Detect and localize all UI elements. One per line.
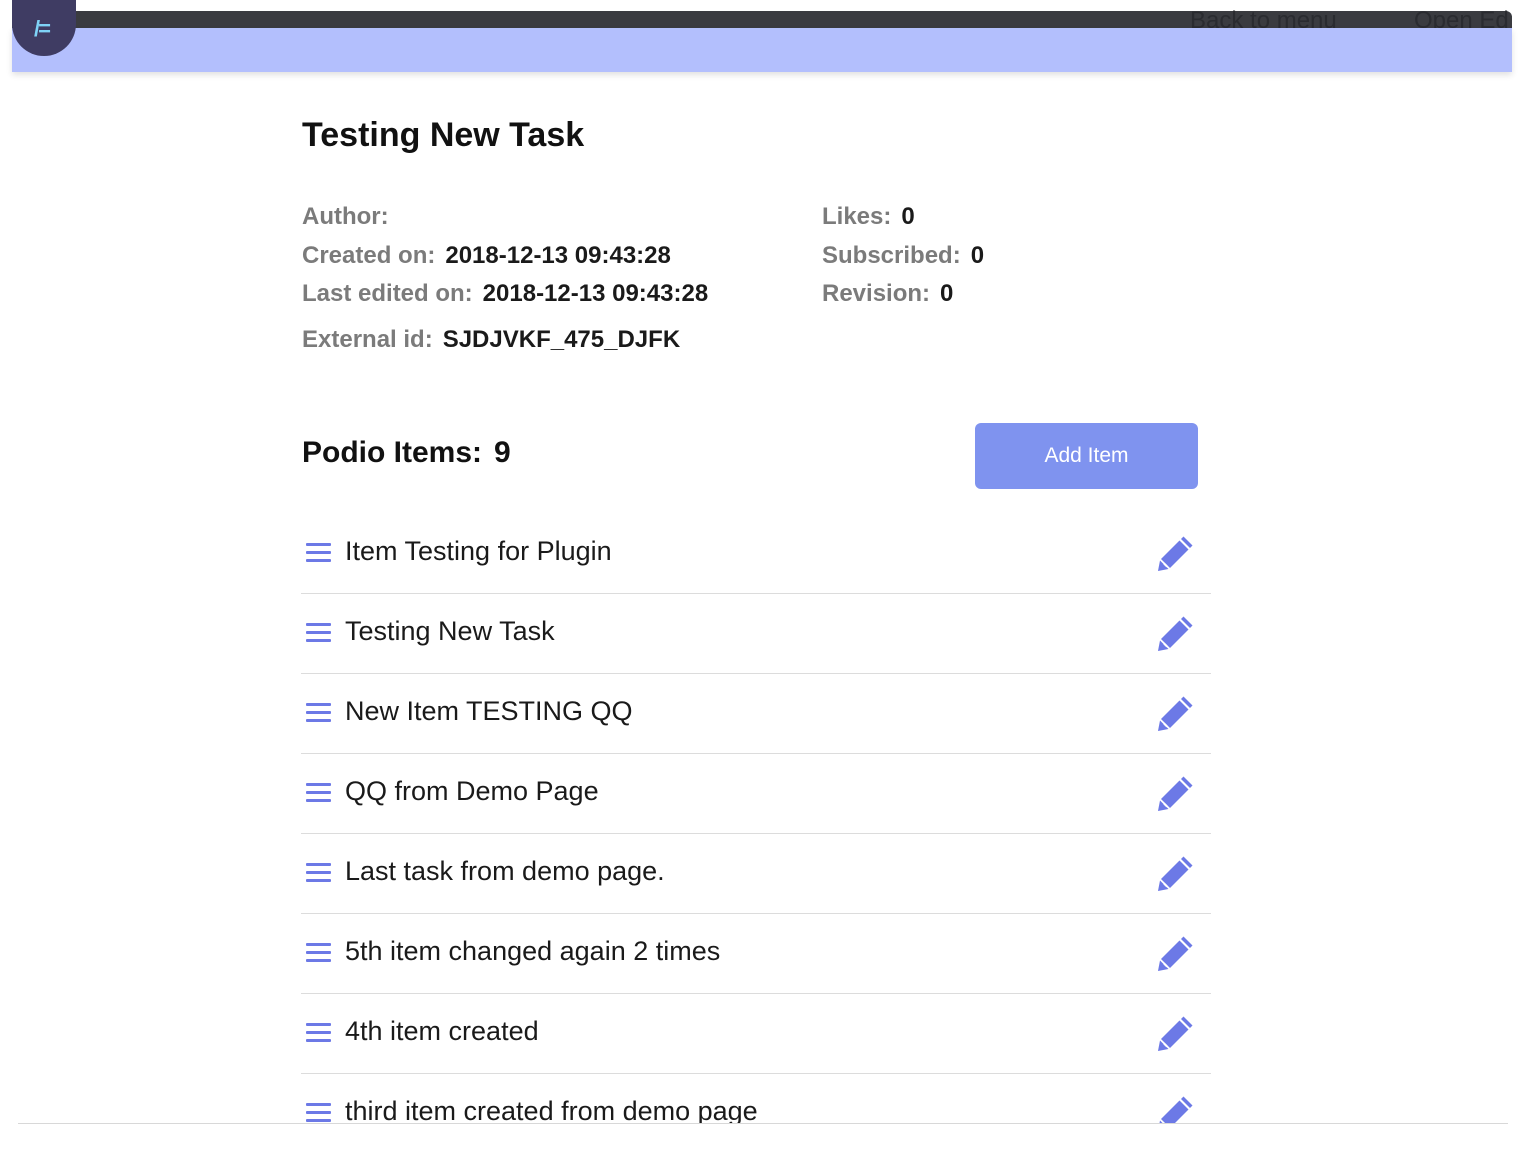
menu-icon[interactable] [306, 703, 331, 723]
meta-value: 0 [901, 203, 915, 230]
meta-likes: Likes: 0 [822, 203, 915, 231]
podio-item-list: Item Testing for Plugin Testing New Task N… [301, 514, 1211, 1154]
meta-label: Subscribed: [822, 242, 961, 269]
header-bar [12, 28, 1512, 72]
meta-value: 0 [940, 280, 954, 307]
item-label[interactable]: New Item TESTING QQ [345, 696, 633, 727]
menu-icon[interactable] [306, 1023, 331, 1043]
pencil-icon[interactable] [1156, 1013, 1196, 1053]
item-label[interactable]: Last task from demo page. [345, 856, 665, 887]
item-label[interactable]: Item Testing for Plugin [345, 536, 612, 567]
bottom-divider [18, 1123, 1508, 1124]
meta-revision: Revision: 0 [822, 280, 953, 308]
meta-label: Likes: [822, 203, 892, 230]
meta-author: Author: [302, 203, 399, 231]
meta-external-id: External id: SJDJVKF_475_DJFK [302, 326, 680, 354]
podio-items-heading: Podio Items: 9 [302, 436, 511, 470]
meta-subscribed: Subscribed: 0 [822, 242, 984, 270]
meta-label: External id: [302, 326, 433, 353]
meta-label: Author: [302, 203, 389, 230]
item-label[interactable]: 4th item created [345, 1016, 539, 1047]
meta-value: 2018-12-13 09:43:28 [445, 242, 671, 269]
meta-last-edited-on: Last edited on: 2018-12-13 09:43:28 [302, 280, 708, 308]
list-item[interactable]: QQ from Demo Page [301, 754, 1211, 834]
menu-icon[interactable] [306, 863, 331, 883]
meta-label: Created on: [302, 242, 436, 269]
menu-icon[interactable] [306, 783, 331, 803]
page-title: Testing New Task [302, 116, 585, 154]
meta-value: 2018-12-13 09:43:28 [482, 280, 709, 307]
pencil-icon[interactable] [1156, 693, 1196, 733]
add-item-button[interactable]: Add Item [975, 423, 1198, 489]
podio-items-count: 9 [494, 436, 511, 469]
pencil-icon[interactable] [1156, 613, 1196, 653]
menu-icon[interactable] [306, 943, 331, 963]
page-bottom-mask [0, 1124, 1528, 1162]
podio-items-label: Podio Items: [302, 436, 483, 469]
meta-label: Revision: [822, 280, 931, 307]
pencil-icon[interactable] [1156, 773, 1196, 813]
item-label[interactable]: 5th item changed again 2 times [345, 936, 720, 967]
meta-created-on: Created on: 2018-12-13 09:43:28 [302, 242, 671, 270]
menu-icon[interactable] [306, 623, 331, 643]
pencil-icon[interactable] [1156, 933, 1196, 973]
menu-icon[interactable] [306, 1103, 331, 1123]
item-label[interactable]: QQ from Demo Page [345, 776, 599, 807]
list-item[interactable]: 5th item changed again 2 times [301, 914, 1211, 994]
list-item[interactable]: Last task from demo page. [301, 834, 1211, 914]
pencil-icon[interactable] [1156, 853, 1196, 893]
top-bar-dark: Back to menu Open Ed [12, 7, 1512, 34]
item-label[interactable]: Testing New Task [345, 616, 555, 647]
list-item[interactable]: 4th item created [301, 994, 1211, 1074]
meta-value: 0 [970, 242, 985, 269]
logo-mark: /= [34, 16, 51, 41]
meta-value: SJDJVKF_475_DJFK [442, 326, 681, 353]
menu-icon[interactable] [306, 543, 331, 563]
pencil-icon[interactable] [1156, 533, 1196, 573]
list-item[interactable]: Testing New Task [301, 594, 1211, 674]
meta-label: Last edited on: [302, 280, 473, 307]
list-item[interactable]: New Item TESTING QQ [301, 674, 1211, 754]
list-item[interactable]: Item Testing for Plugin [301, 514, 1211, 594]
